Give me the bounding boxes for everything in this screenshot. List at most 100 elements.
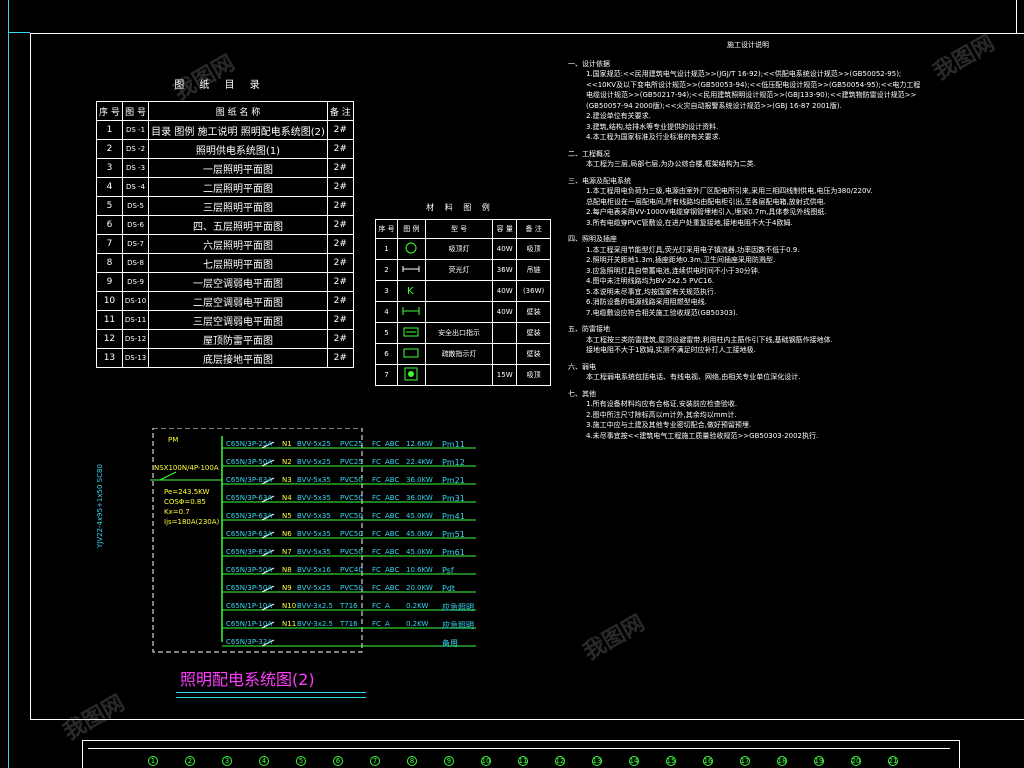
design-note-line: 接地电阻不大于1欧姆,实测不满足时应补打人工接地极. [586,346,756,354]
legend-cell-note: (36W) [516,280,551,302]
circuit-dest: 备用 [442,639,458,648]
index-cell-code: DS-6 [121,215,150,235]
circuit-pipe: PVC50 [340,494,363,502]
circuit-br: C65N/3P-63A [226,494,273,502]
circuit-kw: 12.6KW [406,440,433,448]
design-notes-title: 施工设计说明 [727,41,769,49]
index-table-row: 6 DS-6 四、五层照明平面图 2# [96,215,354,235]
legend-table-row: 2 荧光灯 36W 吊链 [375,259,551,281]
svg-text:K: K [407,286,414,297]
legend-table-row: 5 安全出口指示 壁装 [375,322,551,344]
index-table-row: 13 DS-13 底层接地平面图 2# [96,348,354,368]
legend-cell-note: 吸顶 [516,238,551,260]
axis-label: 11 [518,756,528,766]
legend-header-capacity: 容 量 [492,219,518,239]
circuit-dest: Pm11 [442,440,465,449]
index-cell-name: 底层接地平面图 [148,348,328,368]
index-table-row: 1 DS -1 目录 图例 施工说明 照明配电系统图(2) 2# [96,120,354,140]
index-cell-code: DS-11 [121,310,150,330]
circuit-dest: 应急照明 [442,603,474,612]
design-note-line: 5.本说明未尽事宜,均按国家有关规范执行. [586,287,717,296]
axis-label: 17 [740,756,750,766]
index-table: 序 号 图 号 图 纸 名 称 备 注 1 DS -1 目录 图例 施工说明 照明配… [96,101,354,368]
design-note-line: 本工程为三层,局部七层,为办公综合楼,框架结构为二类. [586,160,756,168]
legend-cell-note: 壁装 [516,301,551,323]
circuit-w: ABC [385,440,400,448]
incoming-switch [159,471,177,481]
legend-cell-cap: 40W [492,280,518,302]
circuit-br: C65N/3P-32A [226,638,273,646]
index-cell-code: DS-5 [121,196,150,216]
circuit-w: ABC [385,548,400,556]
index-cell-code: DS-12 [121,329,150,349]
design-note-line: 3.所有电缆穿PVC管敷设,在进户处重复接地,接地电阻不大于4欧姆. [586,218,793,227]
axis-label: 8 [407,756,417,766]
legend-table-row: 4 40W 壁装 [375,301,551,323]
axis-label: 21 [888,756,898,766]
design-note-line: 2.图中所注尺寸除标高以m计外,其余均以mm计. [586,410,737,419]
index-cell-no: 11 [96,310,123,330]
legend-cell-cap: 36W [492,259,518,281]
legend-cell-cap: 15W [492,364,518,386]
circuit-br: C65N/3P-63A [226,530,273,538]
circuit-kw: 0.2KW [406,620,429,628]
circuit-br: C65N/3P-25A [226,440,273,448]
axis-label: 1 [148,756,158,766]
index-cell-no: 8 [96,253,123,273]
legend-header-symbol: 图 例 [396,219,426,239]
axis-label: 19 [814,756,824,766]
circuit-cable: BVV-3x2.5 [297,602,334,610]
legend-symbol-icon [396,322,426,344]
frame-top-margin-line [8,32,30,33]
legend-table-row: 1 吸顶灯 40W 吸顶 [375,238,551,260]
legend-table-row: 3 K 40W (36W) [375,280,551,302]
legend-symbol-icon [396,301,426,323]
index-cell-name: 二层空调弱电平面图 [148,291,328,311]
circuit-pipe: PVC50 [340,548,363,556]
circuit-n: N1 [282,440,292,448]
design-note-line: 4.图中未注明线路均为BV-2x2.5 PVC16. [586,277,715,285]
index-cell-name: 四、五层照明平面图 [148,215,328,235]
legend-header-note: 备 注 [516,219,551,239]
legend-cell-no: 1 [375,238,398,260]
index-cell-note: 2# [326,196,354,216]
index-cell-note: 2# [326,348,354,368]
circuit-cable: BVV-5x25 [297,584,331,592]
circuit-cable: BVV-5x35 [297,476,331,484]
circuit-pipe: PVC50 [340,476,363,484]
index-table-row: 4 DS -4 二层照明平面图 2# [96,177,354,197]
circuit-pipe: PVC50 [340,530,363,538]
index-cell-name: 三层照明平面图 [148,196,328,216]
param-kx: Kx=0.7 [164,508,190,516]
legend-cell-no: 7 [375,364,398,386]
circuit-pipe: PVC25 [340,440,363,448]
index-cell-no: 4 [96,177,123,197]
legend-symbol-icon [396,364,426,386]
circuit-cable: BVV-3x2.5 [297,620,334,628]
frame-bottom-line [30,719,1024,720]
index-cell-code: DS -4 [121,177,150,197]
legend-symbol-icon [396,343,426,365]
index-header-code: 图 号 [121,101,150,121]
legend-cell-model [424,364,494,386]
axis-label: 7 [370,756,380,766]
index-table-row: 11 DS-11 三层空调弱电平面图 2# [96,310,354,330]
circuit-kw: 0.2KW [406,602,429,610]
legend-cell-no: 5 [375,322,398,344]
circuit-br: C65N/1P-10A [226,602,273,610]
design-note-line: 3.施工中应与土建及其他专业密切配合,做好预留预埋. [586,421,752,429]
index-table-header-row: 序 号 图 号 图 纸 名 称 备 注 [96,101,354,121]
design-note-line: 4.未尽事宜按<<建筑电气工程施工质量验收规范>>GB50303-2002执行. [586,431,819,440]
index-table-row: 2 DS -2 照明供电系统图(1) 2# [96,139,354,159]
circuit-n: N9 [282,584,292,592]
circuit-f: FC [372,476,381,484]
design-note-line: 4.本工程为国家标准及行业标准的有关要求. [586,133,721,141]
legend-cell-cap: 40W [492,238,518,260]
index-cell-no: 5 [96,196,123,216]
legend-table-title: 材 料 图 例 [426,203,494,212]
design-note-line: 2.每户电表采用VV-1000V电缆穿钢管埋地引入,埋深0.7m,具体参见外线图… [586,208,827,216]
index-header-name: 图 纸 名 称 [148,101,328,121]
legend-symbol-icon [396,259,426,281]
legend-cell-cap [492,322,518,344]
circuit-f: FC [372,440,381,448]
